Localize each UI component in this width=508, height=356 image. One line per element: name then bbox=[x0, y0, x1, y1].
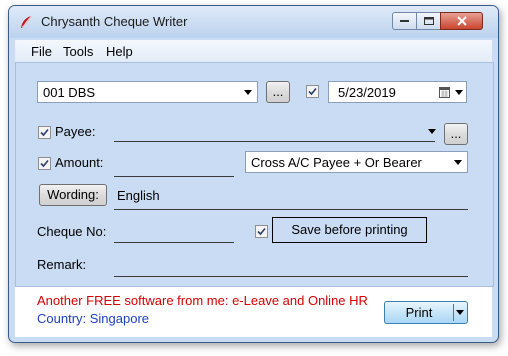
checkmark-icon bbox=[40, 128, 49, 137]
menu-help[interactable]: Help bbox=[106, 44, 133, 59]
payee-browse-button[interactable]: ... bbox=[444, 123, 468, 145]
bank-account-value: 001 DBS bbox=[43, 85, 96, 100]
checkmark-icon bbox=[40, 159, 49, 168]
cheque-no-input[interactable] bbox=[114, 242, 234, 243]
menu-tools[interactable]: Tools bbox=[63, 44, 93, 59]
split-divider bbox=[453, 304, 454, 321]
date-value: 5/23/2019 bbox=[338, 85, 396, 100]
wording-underline bbox=[114, 209, 468, 210]
app-window: Chrysanth Cheque Writer File Tools Help … bbox=[8, 5, 499, 343]
maximize-button[interactable] bbox=[416, 12, 441, 30]
date-picker[interactable]: 5/23/2019 bbox=[328, 81, 467, 103]
chevron-down-icon bbox=[244, 90, 252, 95]
print-button[interactable]: Print bbox=[385, 302, 453, 323]
window-title: Chrysanth Cheque Writer bbox=[41, 14, 188, 29]
chevron-down-icon bbox=[454, 160, 462, 165]
bank-browse-button[interactable]: ... bbox=[266, 81, 290, 103]
remark-label: Remark: bbox=[37, 257, 87, 272]
save-before-printing-label[interactable]: Save before printing bbox=[272, 217, 427, 243]
cheque-no-label: Cheque No: bbox=[37, 224, 107, 239]
remark-input[interactable] bbox=[114, 276, 468, 277]
footer-panel: Another FREE software from me: e-Leave a… bbox=[15, 286, 492, 337]
checkmark-icon bbox=[257, 227, 266, 236]
country-text: Country: Singapore bbox=[37, 311, 150, 326]
bank-account-select[interactable]: 001 DBS bbox=[37, 81, 258, 103]
promo-link[interactable]: Another FREE software from me: e-Leave a… bbox=[37, 293, 368, 308]
calendar-icon bbox=[439, 87, 450, 98]
menu-file[interactable]: File bbox=[31, 44, 52, 59]
title-bar[interactable]: Chrysanth Cheque Writer bbox=[9, 6, 498, 38]
wording-button[interactable]: Wording: bbox=[39, 184, 107, 206]
amount-input[interactable] bbox=[114, 176, 234, 177]
maximize-icon bbox=[423, 17, 434, 25]
date-checkbox[interactable] bbox=[306, 85, 319, 98]
cheque-form: 001 DBS ... 5/23/2019 Payee: ... Amount:… bbox=[15, 62, 494, 287]
payee-label: Payee: bbox=[55, 124, 96, 139]
payee-input[interactable] bbox=[114, 141, 435, 142]
quill-icon bbox=[21, 15, 32, 28]
print-options-arrow-icon[interactable] bbox=[456, 310, 464, 315]
payee-checkbox[interactable] bbox=[38, 126, 51, 139]
menu-bar: File Tools Help bbox=[15, 40, 492, 62]
checkmark-icon bbox=[308, 87, 317, 96]
amount-label: Amount: bbox=[55, 155, 104, 170]
minimize-icon bbox=[400, 20, 409, 22]
wording-value: English bbox=[117, 188, 160, 203]
close-icon bbox=[456, 16, 467, 26]
crossing-select[interactable]: Cross A/C Payee + Or Bearer bbox=[245, 151, 468, 173]
chevron-down-icon bbox=[455, 90, 463, 95]
close-button[interactable] bbox=[440, 12, 483, 30]
crossing-value: Cross A/C Payee + Or Bearer bbox=[251, 155, 422, 170]
payee-dropdown-arrow-icon[interactable] bbox=[428, 129, 436, 134]
print-split-button[interactable]: Print bbox=[384, 301, 468, 324]
save-before-printing-checkbox[interactable] bbox=[255, 225, 268, 238]
minimize-button[interactable] bbox=[392, 12, 417, 30]
amount-checkbox[interactable] bbox=[38, 157, 51, 170]
